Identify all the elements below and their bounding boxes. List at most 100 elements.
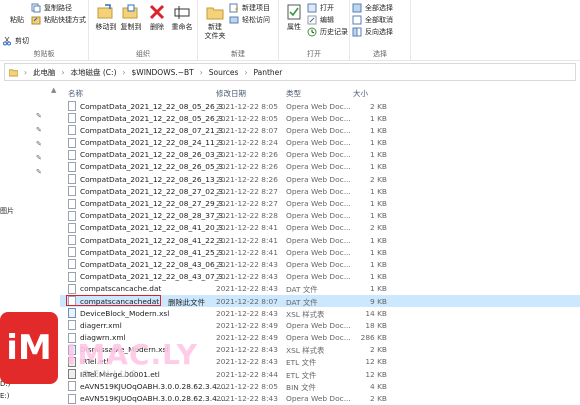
delete-button[interactable]: 删除 [144, 3, 170, 32]
file-row[interactable]: CompatData_2021_12_22_08_41_25_3... 2021-… [60, 246, 580, 258]
open-label: 打开 [320, 4, 334, 12]
file-row[interactable]: CompatData_2021_12_22_08_41_20_3... 2021-… [60, 222, 580, 234]
paste-button[interactable]: 粘贴 [4, 16, 30, 25]
file-size: 2 KB [370, 101, 387, 111]
file-icon [68, 137, 76, 148]
file-row[interactable]: compatscancache dat 删除此文件 2021-12-22 8:07 DA… [60, 295, 580, 308]
file-row[interactable]: compatscancache.dat 2021-12-22 8:43 DAT 文件… [60, 283, 580, 295]
file-row[interactable]: CompatData_2021_12_22_08_07_21_3... 2021-… [60, 124, 580, 136]
select-none-button[interactable]: 全部取消 [352, 15, 393, 25]
chevron-right-icon: › [122, 67, 126, 77]
file-size: 1 KB [370, 138, 387, 148]
edit-button[interactable]: 编辑 [307, 15, 334, 25]
rename-label: 重命名 [171, 23, 193, 31]
address-bar-row: › 此电脑 › 本地磁盘 (C:) › $WINDOWS.~BT › Sourc… [0, 62, 580, 82]
file-type: Opera Web Doc... [286, 320, 351, 330]
file-date: 2021-12-22 8:49 [216, 333, 278, 343]
file-row[interactable]: CompatData_2021_12_22_08_05_26_3... 2021-… [60, 112, 580, 124]
file-name: CompatData_2021_12_22_08_43_06_3... [80, 259, 228, 269]
file-row[interactable]: CompatData_2021_12_22_08_26_13_3... 2021-… [60, 173, 580, 185]
properties-icon [287, 4, 301, 20]
nav-item-e-drive[interactable]: E:) [0, 392, 10, 400]
easy-access-button[interactable]: 轻松访问 [229, 15, 270, 25]
file-type: Opera Web Doc... [286, 138, 351, 148]
scroll-up-arrow[interactable]: ▲ [51, 86, 56, 94]
file-row[interactable]: CompatData_2021_12_22_08_43_07_3... 2021-… [60, 271, 580, 283]
address-bar[interactable]: › 此电脑 › 本地磁盘 (C:) › $WINDOWS.~BT › Sourc… [4, 63, 576, 81]
file-date: 2021-12-22 8:43 [216, 259, 278, 269]
ribbon: 粘贴 复制路径 粘贴快捷方式 剪切 剪贴板 移动到 复制到 删除 重命名 组织 … [0, 0, 580, 61]
properties-button[interactable]: 属性 [281, 3, 307, 32]
file-row[interactable]: eAVN519KJUOqOABH.3.0.0.28.62.3.4.... 2021… [60, 380, 580, 392]
copy-path-button[interactable]: 复制路径 [31, 3, 72, 13]
file-row[interactable]: CompatData_2021_12_22_08_05_26_3... 2021-… [60, 100, 580, 112]
breadcrumb-local-disk[interactable]: 本地磁盘 (C:) [71, 67, 117, 78]
column-header-date[interactable]: 修改日期 [216, 88, 246, 99]
file-row[interactable]: CompatData_2021_12_22_08_24_11_3... 2021-… [60, 137, 580, 149]
file-row[interactable]: CompatData_2021_12_22_08_41_22_3... 2021-… [60, 234, 580, 246]
file-row[interactable]: CompatData_2021_12_22_08_27_29_3... 2021-… [60, 198, 580, 210]
file-name: compatscancache.dat [80, 284, 162, 294]
column-header-type[interactable]: 类型 [286, 88, 301, 99]
chevron-right-icon: › [61, 67, 65, 77]
file-name: CompatData_2021_12_22_08_28_37_3... [80, 211, 228, 221]
file-row[interactable]: CompatData_2021_12_22_08_43_06_3... 2021-… [60, 258, 580, 270]
history-button[interactable]: 历史记录 [307, 27, 348, 37]
file-size: 1 KB [370, 235, 387, 245]
file-name: eAVN519KJUOqOABH.3.0.0.28.62.3.4.... [80, 381, 227, 391]
breadcrumb-windows-bt[interactable]: $WINDOWS.~BT [132, 68, 194, 77]
invert-selection-button[interactable]: 反向选择 [352, 27, 393, 37]
pin-icon: ✎ [36, 168, 42, 176]
file-icon [68, 149, 76, 160]
breadcrumb-panther[interactable]: Panther [253, 68, 282, 77]
breadcrumb-sources[interactable]: Sources [209, 68, 239, 77]
new-item-button[interactable]: 新建项目 [229, 3, 270, 13]
file-size: 286 KB [360, 333, 387, 343]
nav-item-pictures[interactable]: 图片 [0, 206, 14, 216]
open-button[interactable]: 打开 [307, 3, 334, 13]
logo-text: iM [6, 328, 52, 368]
copy-to-button[interactable]: 复制到 [118, 3, 144, 32]
file-row[interactable]: CompatData_2021_12_22_08_28_37_3... 2021-… [60, 210, 580, 222]
file-row[interactable]: diagerr.xml 2021-12-22 8:49 Opera Web Doc.… [60, 319, 580, 331]
paste-shortcut-button[interactable]: 粘贴快捷方式 [31, 15, 86, 25]
column-header-name[interactable]: 名称 [68, 88, 83, 99]
file-size: 1 KB [370, 211, 387, 221]
file-date: 2021-12-22 8:27 [216, 186, 278, 196]
file-name: diagerr.xml [80, 320, 122, 330]
file-size: 1 KB [370, 259, 387, 269]
new-folder-button[interactable]: 新建 文件夹 [202, 3, 228, 41]
file-type: Opera Web Doc... [286, 247, 351, 257]
move-to-button[interactable]: 移动到 [93, 3, 119, 32]
file-icon [68, 247, 76, 258]
file-type: Opera Web Doc... [286, 235, 351, 245]
file-row[interactable]: CompatData_2021_12_22_08_26_05_3... 2021-… [60, 161, 580, 173]
file-size: 4 KB [370, 381, 387, 391]
rename-button[interactable]: 重命名 [169, 3, 195, 32]
file-name: CompatData_2021_12_22_08_41_20_3... [80, 223, 228, 233]
file-row[interactable]: DeviceBlock_Modern.xsl 2021-12-22 8:43 XSL… [60, 307, 580, 319]
file-row[interactable]: CompatData_2021_12_22_08_26_03_3... 2021-… [60, 149, 580, 161]
breadcrumb-this-pc[interactable]: 此电脑 [33, 67, 56, 78]
file-date: 2021-12-22 8:26 [216, 150, 278, 160]
file-type: Opera Web Doc... [286, 199, 351, 208]
file-size: 12 KB [365, 369, 387, 379]
easy-access-label: 轻松访问 [242, 16, 270, 24]
file-type: Opera Web Doc... [286, 174, 351, 184]
chevron-right-icon: › [199, 67, 203, 77]
file-type: Opera Web Doc... [286, 186, 351, 196]
file-size: 9 KB [370, 296, 387, 306]
cut-button[interactable]: 剪切 [2, 36, 29, 46]
clipboard-group: 粘贴 复制路径 粘贴快捷方式 剪切 剪贴板 [0, 0, 89, 60]
file-size: 14 KB [365, 308, 387, 318]
pin-icon: ✎ [36, 154, 42, 162]
file-size: 1 KB [370, 186, 387, 196]
select-all-button[interactable]: 全部选择 [352, 3, 393, 13]
file-type: Opera Web Doc... [286, 211, 351, 221]
column-header-size[interactable]: 大小 [353, 88, 368, 99]
paste-label: 粘贴 [10, 16, 24, 24]
imacly-logo: iM [0, 312, 58, 384]
file-icon [68, 161, 76, 172]
file-row[interactable]: CompatData_2021_12_22_08_27_02_3... 2021-… [60, 185, 580, 197]
new-group: 新建 文件夹 新建项目 轻松访问 新建 [198, 0, 279, 60]
